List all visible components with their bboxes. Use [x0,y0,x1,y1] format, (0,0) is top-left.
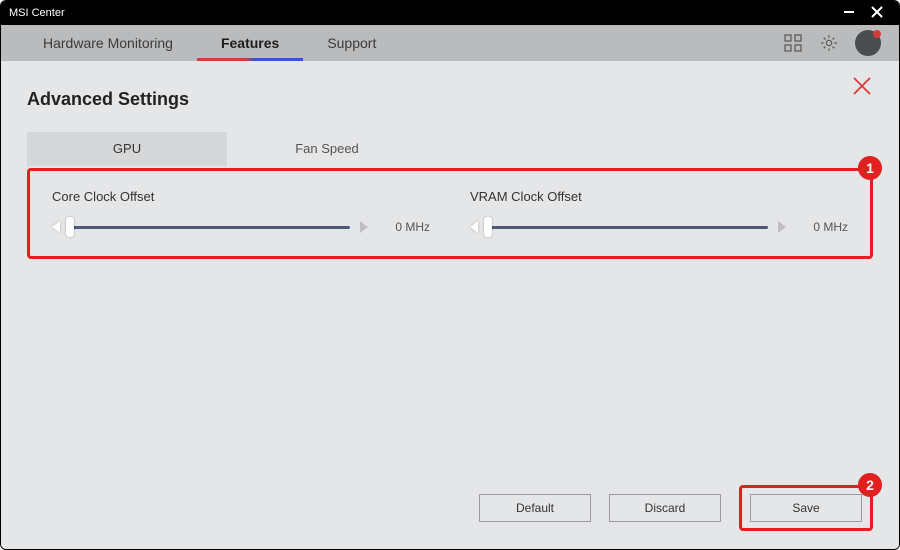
apps-grid-button[interactable] [779,29,807,57]
close-x-icon [851,75,873,97]
save-button[interactable]: Save [750,494,862,522]
gear-icon [819,33,839,53]
annotation-badge-1: 1 [858,156,882,180]
vram-clock-label: VRAM Clock Offset [470,189,848,204]
subtab-fan-speed[interactable]: Fan Speed [227,132,427,166]
grid-icon [784,34,802,52]
core-clock-label: Core Clock Offset [52,189,430,204]
vram-clock-slider-row: 0 MHz [470,220,848,234]
content-area: Advanced Settings GPU Fan Speed 1 Core C… [1,61,899,549]
core-clock-slider-row: 0 MHz [52,220,430,234]
core-clock-thumb[interactable] [66,217,74,237]
core-clock-value: 0 MHz [378,220,430,234]
user-avatar[interactable] [855,30,881,56]
tab-support[interactable]: Support [303,25,400,61]
tab-features[interactable]: Features [197,25,303,61]
vram-clock-value: 0 MHz [796,220,848,234]
footer-buttons: Default Discard 2 Save [27,485,873,531]
window-title: MSI Center [9,7,65,19]
core-clock-group: Core Clock Offset 0 MHz [52,189,430,234]
close-panel-button[interactable] [851,75,873,102]
close-window-button[interactable] [863,5,891,21]
vram-clock-decrement[interactable] [470,221,478,233]
core-clock-track[interactable] [70,226,350,229]
vram-clock-group: VRAM Clock Offset 0 MHz [470,189,848,234]
top-nav: Hardware Monitoring Features Support [1,25,899,61]
app-window: MSI Center Hardware Monitoring Features … [0,0,900,550]
tab-hardware-monitoring[interactable]: Hardware Monitoring [19,25,197,61]
annotation-badge-2: 2 [858,473,882,497]
vram-clock-thumb[interactable] [484,217,492,237]
settings-button[interactable] [815,29,843,57]
vram-clock-increment[interactable] [778,221,786,233]
vram-clock-track[interactable] [488,226,768,229]
clock-offset-panel: 1 Core Clock Offset 0 MHz VRAM Clock Off… [27,168,873,259]
minimize-button[interactable] [835,6,863,20]
discard-button[interactable]: Discard [609,494,721,522]
minimize-icon [843,6,855,18]
save-button-highlight: 2 Save [739,485,873,531]
core-clock-decrement[interactable] [52,221,60,233]
page-title: Advanced Settings [27,89,873,110]
subtabs: GPU Fan Speed [27,132,873,166]
close-icon [870,5,884,19]
core-clock-increment[interactable] [360,221,368,233]
subtab-gpu[interactable]: GPU [27,132,227,166]
titlebar: MSI Center [1,1,899,25]
default-button[interactable]: Default [479,494,591,522]
